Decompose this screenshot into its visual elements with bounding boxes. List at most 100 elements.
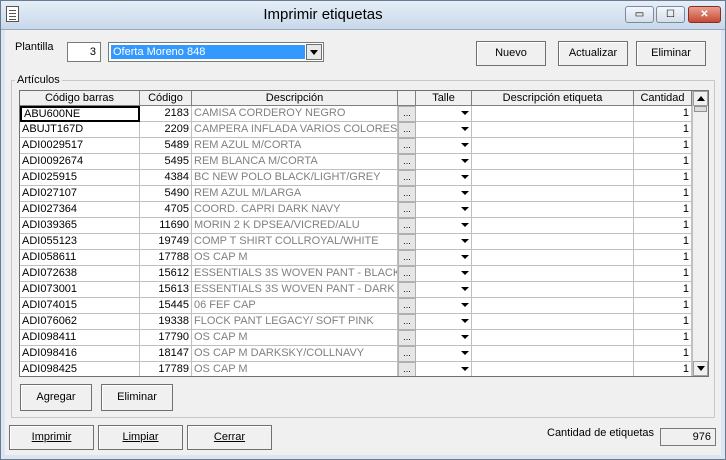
code-cell[interactable]: 18147 [140, 346, 192, 362]
table-row[interactable]: ADI0029517 5489 REM AZUL M/CORTA... 1 [20, 138, 692, 154]
code-cell[interactable]: 17790 [140, 330, 192, 346]
barcode-cell[interactable]: ADI073001 [20, 282, 140, 298]
code-cell[interactable]: 4705 [140, 202, 192, 218]
descripcion-etiqueta-cell[interactable] [472, 186, 634, 202]
barcode-cell[interactable]: ABUJT167D [20, 122, 140, 138]
chevron-down-icon[interactable] [461, 319, 469, 323]
table-row[interactable]: ADI058611 17788 OS CAP M... 1 [20, 250, 692, 266]
barcode-cell[interactable]: ADI074015 [20, 298, 140, 314]
talle-select[interactable] [416, 138, 472, 154]
ellipsis-button[interactable]: ... [398, 266, 416, 282]
talle-select[interactable] [416, 234, 472, 250]
code-cell[interactable]: 4384 [140, 170, 192, 186]
title-bar[interactable]: Imprimir etiquetas ▭ ☐ ✕ [1, 1, 725, 30]
code-cell[interactable]: 2183 [140, 106, 192, 122]
maximize-button[interactable]: ☐ [656, 6, 685, 23]
chevron-down-icon[interactable] [461, 271, 469, 275]
table-row[interactable]: ABUJT167D 2209 CAMPERA INFLADA VARIOS COLO… [20, 122, 692, 138]
table-row[interactable]: ADI073001 15613 ESSENTIALS 3S WOVEN PANT -… [20, 282, 692, 298]
descripcion-etiqueta-cell[interactable] [472, 122, 634, 138]
ellipsis-button[interactable]: ... [398, 122, 416, 138]
header-talle[interactable]: Talle [416, 91, 472, 105]
talle-select[interactable] [416, 186, 472, 202]
articulos-grid[interactable]: Código barras Código Descripción Talle Descr… [19, 90, 709, 377]
code-cell[interactable]: 15445 [140, 298, 192, 314]
descripcion-etiqueta-cell[interactable] [472, 266, 634, 282]
code-cell[interactable]: 5495 [140, 154, 192, 170]
cantidad-cell[interactable]: 1 [634, 218, 692, 234]
code-cell[interactable]: 17789 [140, 362, 192, 376]
descripcion-etiqueta-cell[interactable] [472, 282, 634, 298]
scroll-thumb[interactable] [694, 106, 707, 112]
descripcion-etiqueta-cell[interactable] [472, 154, 634, 170]
cantidad-cell[interactable]: 1 [634, 282, 692, 298]
barcode-cell[interactable]: ADI055123 [20, 234, 140, 250]
barcode-cell[interactable]: ADI098411 [20, 330, 140, 346]
ellipsis-button[interactable]: ... [398, 154, 416, 170]
descripcion-etiqueta-cell[interactable] [472, 106, 634, 122]
barcode-cell[interactable]: ADI098416 [20, 346, 140, 362]
ellipsis-button[interactable]: ... [398, 138, 416, 154]
descripcion-etiqueta-cell[interactable] [472, 138, 634, 154]
code-cell[interactable]: 2209 [140, 122, 192, 138]
table-row[interactable]: ABU600NE 2183 CAMISA CORDEROY NEGRO... 1 [20, 106, 692, 122]
ellipsis-button[interactable]: ... [398, 106, 416, 122]
chevron-down-icon[interactable] [461, 239, 469, 243]
barcode-cell[interactable]: ADI039365 [20, 218, 140, 234]
descripcion-etiqueta-cell[interactable] [472, 202, 634, 218]
table-row[interactable]: ADI0092674 5495 REM BLANCA M/CORTA... 1 [20, 154, 692, 170]
table-row[interactable]: ADI072638 15612 ESSENTIALS 3S WOVEN PANT -… [20, 266, 692, 282]
table-row[interactable]: ADI027107 5490 REM AZUL M/LARGA... 1 [20, 186, 692, 202]
talle-select[interactable] [416, 154, 472, 170]
ellipsis-button[interactable]: ... [398, 346, 416, 362]
table-row[interactable]: ADI055123 19749 COMP T SHIRT COLLROYAL/WHI… [20, 234, 692, 250]
talle-select[interactable] [416, 362, 472, 376]
descripcion-etiqueta-cell[interactable] [472, 170, 634, 186]
barcode-cell[interactable]: ADI027107 [20, 186, 140, 202]
barcode-cell[interactable]: ADI098425 [20, 362, 140, 376]
chevron-down-icon[interactable] [461, 159, 469, 163]
cantidad-cell[interactable]: 1 [634, 298, 692, 314]
scroll-down-icon[interactable] [693, 361, 708, 376]
chevron-down-icon[interactable] [461, 191, 469, 195]
talle-select[interactable] [416, 314, 472, 330]
descripcion-etiqueta-cell[interactable] [472, 346, 634, 362]
header-descripcion-etiqueta[interactable]: Descripción etiqueta [472, 91, 634, 105]
cantidad-cell[interactable]: 1 [634, 202, 692, 218]
cantidad-cell[interactable]: 1 [634, 122, 692, 138]
cantidad-cell[interactable]: 1 [634, 186, 692, 202]
chevron-down-icon[interactable] [461, 111, 469, 115]
chevron-down-icon[interactable] [461, 351, 469, 355]
ellipsis-button[interactable]: ... [398, 170, 416, 186]
talle-select[interactable] [416, 170, 472, 186]
ellipsis-button[interactable]: ... [398, 282, 416, 298]
table-row[interactable]: ADI098411 17790 OS CAP M... 1 [20, 330, 692, 346]
cantidad-cell[interactable]: 1 [634, 314, 692, 330]
header-codigo[interactable]: Código [140, 91, 192, 105]
minimize-button[interactable]: ▭ [625, 6, 654, 23]
header-cantidad[interactable]: Cantidad [634, 91, 692, 105]
table-row[interactable]: ADI039365 11690 MORIN 2 K DPSEA/VICRED/ALU… [20, 218, 692, 234]
chevron-down-icon[interactable] [461, 175, 469, 179]
table-row[interactable]: ADI025915 4384 BC NEW POLO BLACK/LIGHT/GRE… [20, 170, 692, 186]
eliminar-articulo-button[interactable]: Eliminar [101, 384, 173, 411]
table-row[interactable]: ADI027364 4705 COORD. CAPRI DARK NAVY... 1 [20, 202, 692, 218]
close-button[interactable]: ✕ [688, 6, 721, 23]
talle-select[interactable] [416, 218, 472, 234]
descripcion-etiqueta-cell[interactable] [472, 298, 634, 314]
cantidad-cell[interactable]: 1 [634, 362, 692, 376]
limpiar-button[interactable]: Limpiar [98, 425, 183, 450]
chevron-down-icon[interactable] [461, 223, 469, 227]
code-cell[interactable]: 19749 [140, 234, 192, 250]
descripcion-etiqueta-cell[interactable] [472, 330, 634, 346]
cantidad-cell[interactable]: 1 [634, 138, 692, 154]
ellipsis-button[interactable]: ... [398, 202, 416, 218]
talle-select[interactable] [416, 298, 472, 314]
header-descripcion[interactable]: Descripción [192, 91, 398, 105]
code-cell[interactable]: 11690 [140, 218, 192, 234]
chevron-down-icon[interactable] [306, 44, 322, 60]
talle-select[interactable] [416, 282, 472, 298]
code-cell[interactable]: 19338 [140, 314, 192, 330]
plantilla-select[interactable]: Oferta Moreno 848 [108, 42, 324, 62]
ellipsis-button[interactable]: ... [398, 250, 416, 266]
